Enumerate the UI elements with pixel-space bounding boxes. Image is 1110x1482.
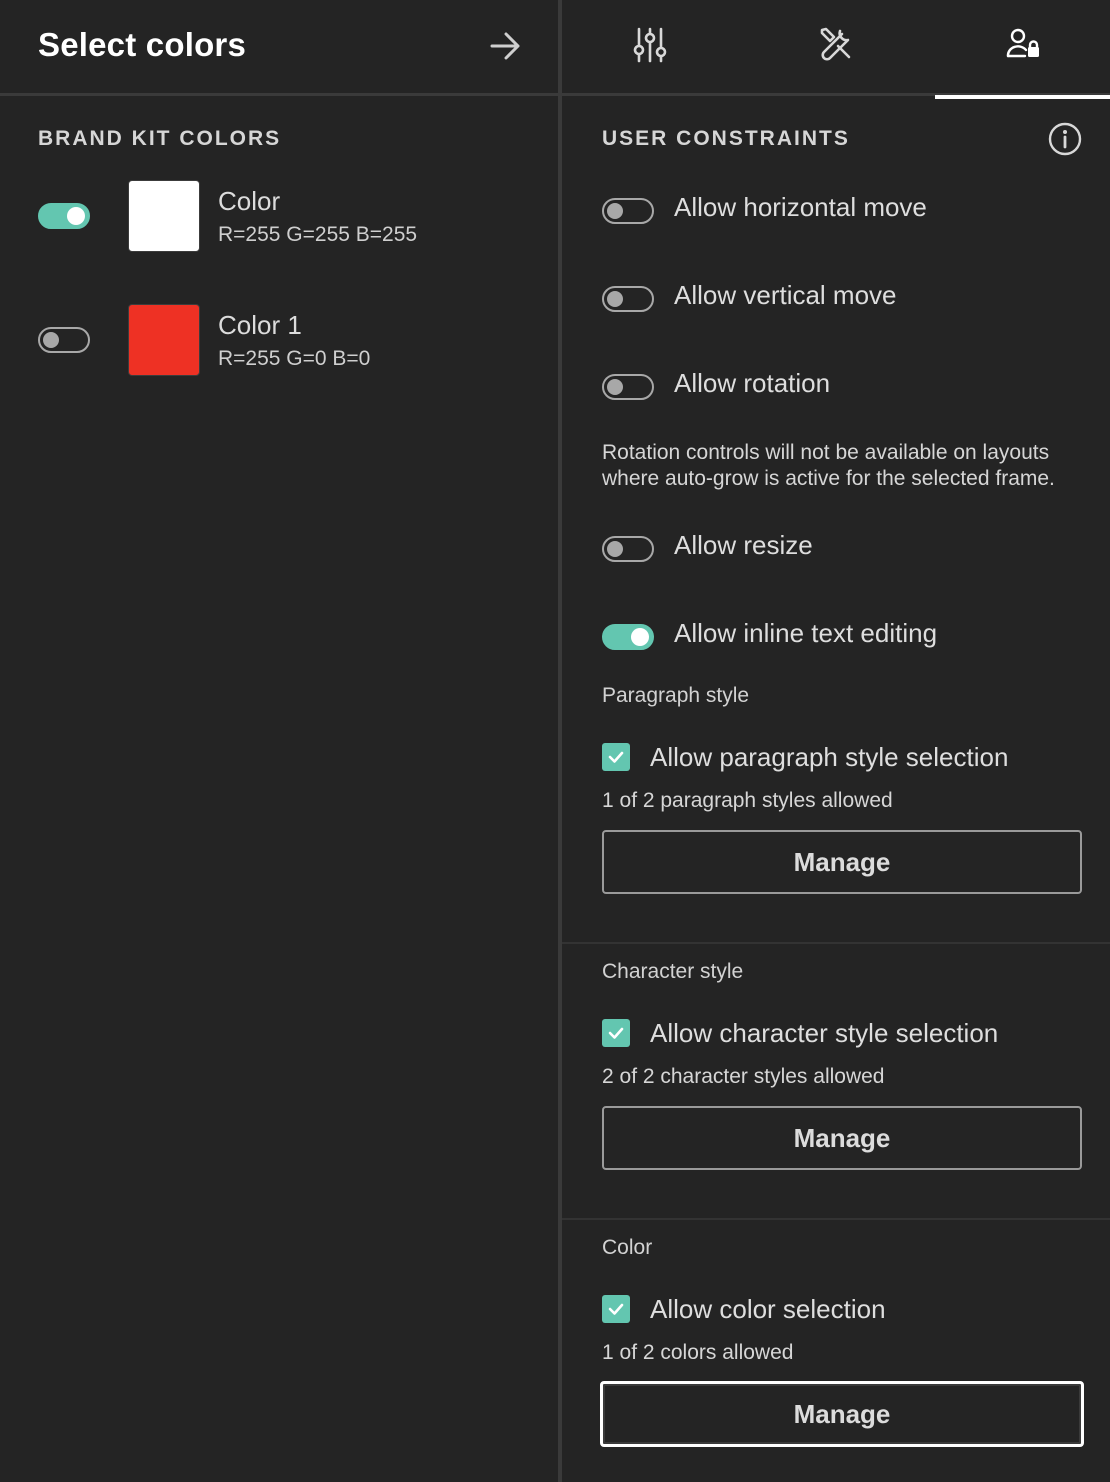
check-icon xyxy=(608,751,624,763)
color-swatch[interactable] xyxy=(128,180,200,252)
color-value: R=255 G=0 B=0 xyxy=(218,347,371,370)
paragraph-style-checkbox[interactable] xyxy=(602,743,630,771)
character-style-checkbox[interactable] xyxy=(602,1019,630,1047)
tab-user-constraints[interactable] xyxy=(935,0,1110,99)
color-name: Color xyxy=(218,186,281,216)
toggle-label: Allow rotation xyxy=(674,368,831,398)
paragraph-style-count: 1 of 2 paragraph styles allowed xyxy=(602,789,893,812)
resize-toggle[interactable] xyxy=(602,536,654,562)
properties-panel: USER CONSTRAINTS Allow horizontal move A… xyxy=(562,0,1110,1482)
toggle-label: Allow resize xyxy=(674,530,813,560)
check-icon xyxy=(608,1303,624,1315)
toggle-knob xyxy=(607,203,623,219)
paragraph-style-heading: Paragraph style xyxy=(602,684,750,707)
vertical-move-toggle[interactable] xyxy=(602,286,654,312)
tab-bar xyxy=(562,0,1110,99)
toggle-label: Allow horizontal move xyxy=(674,192,927,222)
check-icon xyxy=(608,1027,624,1039)
arrow-right-icon[interactable] xyxy=(486,28,526,64)
toggle-knob xyxy=(631,628,649,646)
tab-tools[interactable] xyxy=(748,0,923,96)
horizontal-move-toggle[interactable] xyxy=(602,198,654,224)
manage-colors-button[interactable]: Manage xyxy=(600,1381,1084,1447)
manage-character-styles-button[interactable]: Manage xyxy=(602,1106,1082,1170)
color-toggle[interactable] xyxy=(38,203,90,229)
section-divider xyxy=(562,942,1110,944)
toggle-knob xyxy=(607,541,623,557)
color-count: 1 of 2 colors allowed xyxy=(602,1341,794,1364)
brand-kit-panel: Select colors BRAND KIT COLORS Color R=2… xyxy=(0,0,558,1482)
color-value: R=255 G=255 B=255 xyxy=(218,223,418,246)
rotation-note: Rotation controls will not be available … xyxy=(602,441,1055,490)
tools-icon xyxy=(820,27,850,61)
character-style-count: 2 of 2 character styles allowed xyxy=(602,1065,885,1088)
inline-text-editing-toggle[interactable] xyxy=(602,624,654,650)
color-swatch[interactable] xyxy=(128,304,200,376)
toggle-knob xyxy=(607,379,623,395)
sliders-icon xyxy=(633,27,666,63)
character-style-heading: Character style xyxy=(602,960,744,983)
color-heading: Color xyxy=(602,1236,653,1259)
brand-kit-colors-heading: BRAND KIT COLORS xyxy=(38,127,282,150)
toggle-knob xyxy=(43,332,59,348)
checkbox-label: Allow character style selection xyxy=(650,1018,999,1048)
checkbox-label: Allow paragraph style selection xyxy=(650,742,1009,772)
tab-settings[interactable] xyxy=(562,0,737,96)
color-name: Color 1 xyxy=(218,310,302,340)
color-toggle[interactable] xyxy=(38,327,90,353)
color-selection-checkbox[interactable] xyxy=(602,1295,630,1323)
toggle-knob xyxy=(607,291,623,307)
panel-title: Select colors xyxy=(38,26,247,63)
toggle-knob xyxy=(67,207,85,225)
section-divider xyxy=(562,1218,1110,1220)
user-lock-icon xyxy=(1006,28,1039,58)
info-icon[interactable] xyxy=(1048,122,1082,156)
toggle-label: Allow vertical move xyxy=(674,280,897,310)
user-constraints-heading: USER CONSTRAINTS xyxy=(602,127,850,150)
panel-header: Select colors xyxy=(0,0,558,96)
rotation-toggle[interactable] xyxy=(602,374,654,400)
manage-paragraph-styles-button[interactable]: Manage xyxy=(602,830,1082,894)
checkbox-label: Allow color selection xyxy=(650,1294,886,1324)
toggle-label: Allow inline text editing xyxy=(674,618,938,648)
